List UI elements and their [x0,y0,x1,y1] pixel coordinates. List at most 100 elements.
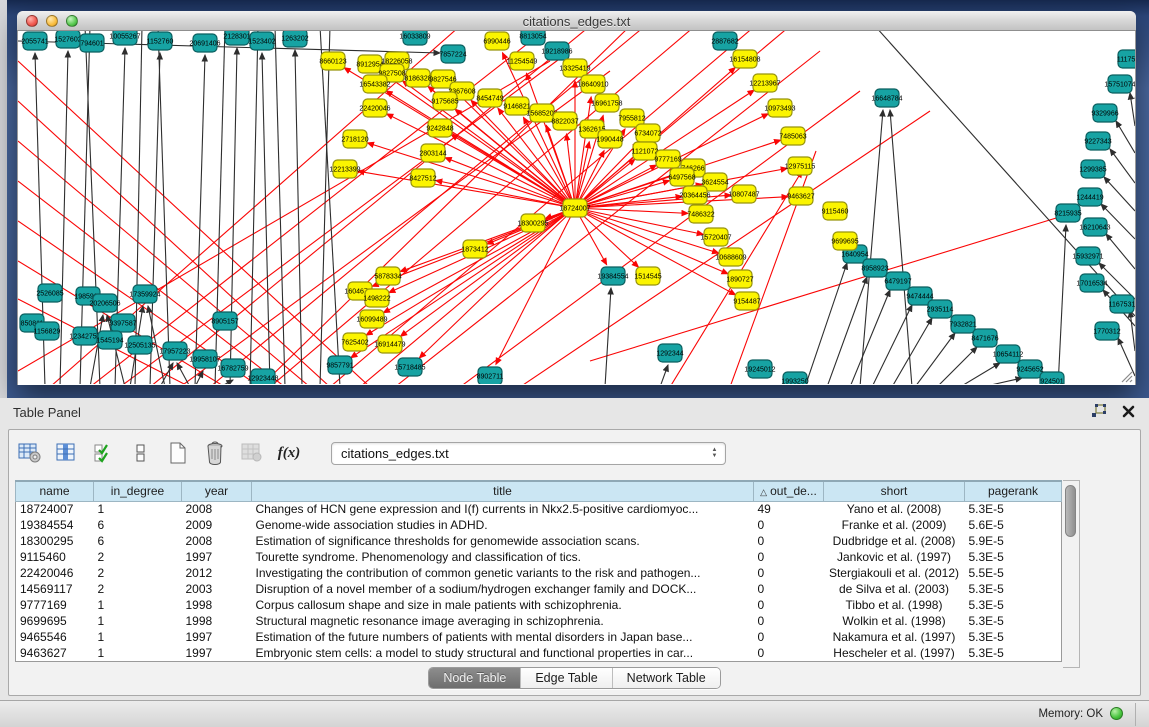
function-builder-icon[interactable]: f(x) [276,440,302,466]
table-cell[interactable]: 0 [754,613,824,629]
table-cell[interactable]: 2008 [182,533,252,549]
table-cell[interactable]: 2 [94,565,182,581]
table-cell[interactable]: Jankovic et al. (1997) [824,549,965,565]
tab-node-table[interactable]: Node Table [429,668,521,688]
table-cell[interactable]: 2003 [182,581,252,597]
graph-edge[interactable] [872,305,912,384]
select-columns-icon[interactable] [91,440,117,466]
graph-edge[interactable] [1106,234,1135,269]
table-cell[interactable]: 1 [94,501,182,517]
graph-edge[interactable] [827,277,867,384]
table-scrollbar-thumb[interactable] [1065,485,1076,537]
graph-edge[interactable] [660,365,668,384]
table-cell[interactable]: Hescheler et al. (1997) [824,645,965,661]
graph-edge[interactable] [1130,311,1135,351]
table-cell[interactable]: 2 [94,549,182,565]
graph-edge[interactable] [419,208,575,358]
table-selector-dropdown[interactable]: citations_edges.txt ▲▼ [331,442,726,465]
table-cell[interactable]: 1 [94,629,182,645]
graph-edge[interactable] [150,53,160,384]
table-cell[interactable]: 1 [94,645,182,661]
graph-edge[interactable] [892,318,932,384]
graph-edge[interactable] [230,48,237,384]
column-header-name[interactable]: name [16,481,94,501]
table-cell[interactable]: 49 [754,501,824,517]
table-cell[interactable]: 5.3E-5 [965,549,1062,565]
graph-edge[interactable] [320,31,330,384]
table-row[interactable]: 1872400712008Changes of HCN gene express… [16,501,1062,517]
table-cell[interactable]: 1997 [182,549,252,565]
table-cell[interactable]: 0 [754,581,824,597]
table-cell[interactable]: 5.3E-5 [965,597,1062,613]
table-cell[interactable]: 5.5E-5 [965,565,1062,581]
column-header-pagerank[interactable]: pagerank [965,481,1062,501]
table-cell[interactable]: Dudbridge et al. (2008) [824,533,965,549]
table-cell[interactable]: 19384554 [16,517,94,533]
graph-edge[interactable] [262,53,270,384]
table-cell[interactable]: 2 [94,581,182,597]
table-cell[interactable]: 9465546 [16,629,94,645]
row-options-icon[interactable] [128,440,154,466]
graph-edge[interactable] [320,31,340,384]
tab-edge-table[interactable]: Edge Table [521,668,612,688]
table-cell[interactable]: 1997 [182,629,252,645]
network-canvas[interactable]: 2055741152760279460110055267115276020691… [18,31,1135,385]
table-row[interactable]: 977716911998Corpus callosum shape and si… [16,597,1062,613]
graph-edge[interactable] [850,290,890,384]
new-column-icon[interactable] [165,440,191,466]
table-cell[interactable]: 0 [754,565,824,581]
table-cell[interactable]: 1998 [182,613,252,629]
resize-grip-icon[interactable] [1119,369,1133,383]
graph-edge[interactable] [275,31,285,384]
table-cell[interactable]: 5.6E-5 [965,517,1062,533]
table-cell[interactable]: de Silva et al. (2003) [824,581,965,597]
graph-edge[interactable] [1130,93,1135,126]
table-cell[interactable]: Corpus callosum shape and size in male p… [252,597,754,613]
table-cell[interactable]: Franke et al. (2009) [824,517,965,533]
graph-edge[interactable] [270,31,695,384]
graph-edge[interactable] [1110,149,1135,183]
graph-edge[interactable] [220,380,233,384]
graph-edge[interactable] [605,288,611,384]
table-cell[interactable]: 9699695 [16,613,94,629]
close-icon[interactable] [1122,405,1135,418]
table-cell[interactable]: 14569117 [16,581,94,597]
table-cell[interactable]: 18300295 [16,533,94,549]
column-header-short[interactable]: short [824,481,965,501]
table-cell[interactable]: 0 [754,533,824,549]
table-cell[interactable]: Nakamura et al. (1997) [824,629,965,645]
memory-status-led[interactable] [1110,707,1123,720]
table-cell[interactable]: 2009 [182,517,252,533]
graph-edge[interactable] [436,181,575,208]
table-row[interactable]: 2242004622012Investigating the contribut… [16,565,1062,581]
table-cell[interactable]: 2012 [182,565,252,581]
graph-edge[interactable] [195,55,205,384]
table-cell[interactable]: 22420046 [16,565,94,581]
table-cell[interactable]: 1 [94,597,182,613]
table-cell[interactable]: Structural magnetic resonance image aver… [252,613,754,629]
graph-edge[interactable] [400,208,575,336]
table-cell[interactable]: 6 [94,517,182,533]
column-header-out_de[interactable]: △out_de... [754,481,824,501]
graph-edge[interactable] [158,31,170,384]
table-row[interactable]: 946554611997Estimation of the future num… [16,629,1062,645]
graph-edge[interactable] [1058,225,1066,384]
table-cell[interactable]: Tibbo et al. (1998) [824,597,965,613]
table-cell[interactable]: 5.9E-5 [965,533,1062,549]
table-cell[interactable]: Disruption of a novel member of a sodium… [252,581,754,597]
column-header-year[interactable]: year [182,481,252,501]
table-cell[interactable]: 0 [754,517,824,533]
graph-edge[interactable] [575,208,688,213]
graph-edge[interactable] [982,378,1022,384]
table-row[interactable]: 1938455462009Genome-wide association stu… [16,517,1062,533]
table-cell[interactable]: 5.3E-5 [965,629,1062,645]
table-row[interactable]: 946362711997Embryonic stem cells: a mode… [16,645,1062,661]
table-cell[interactable]: Embryonic stem cells: a model to study s… [252,645,754,661]
table-mode-icon[interactable] [17,440,43,466]
table-scrollbar[interactable] [1063,480,1080,668]
float-window-icon[interactable] [1091,404,1108,419]
table-cell[interactable]: Genome-wide association studies in ADHD. [252,517,754,533]
table-cell[interactable]: 5.3E-5 [965,645,1062,661]
table-cell[interactable]: 5.3E-5 [965,613,1062,629]
table-cell[interactable]: 18724007 [16,501,94,517]
